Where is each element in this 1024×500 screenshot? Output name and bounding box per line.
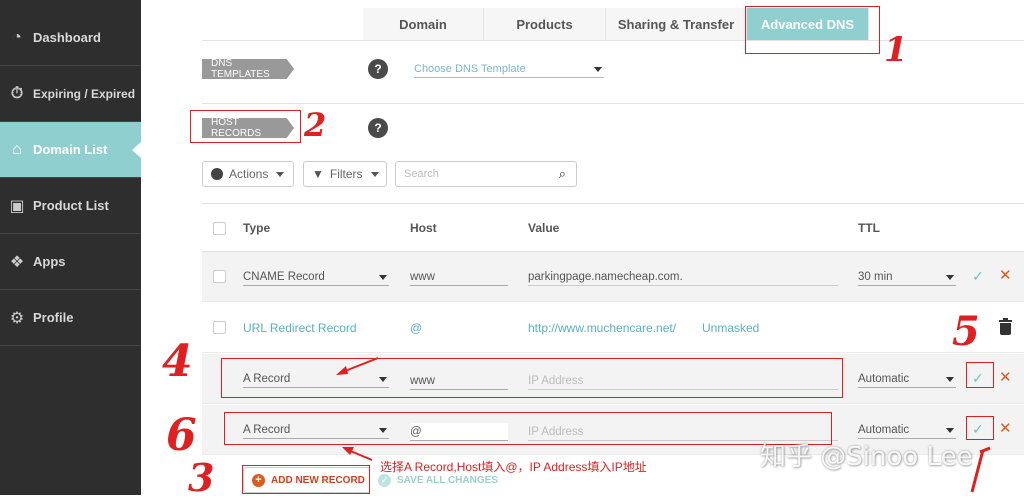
arrow-line xyxy=(979,446,991,454)
arrow-head xyxy=(336,366,348,375)
arrow-line xyxy=(970,449,985,493)
annotation-arrows xyxy=(336,357,991,493)
watermark: 知乎 @Sinoo Lee xyxy=(760,442,973,472)
